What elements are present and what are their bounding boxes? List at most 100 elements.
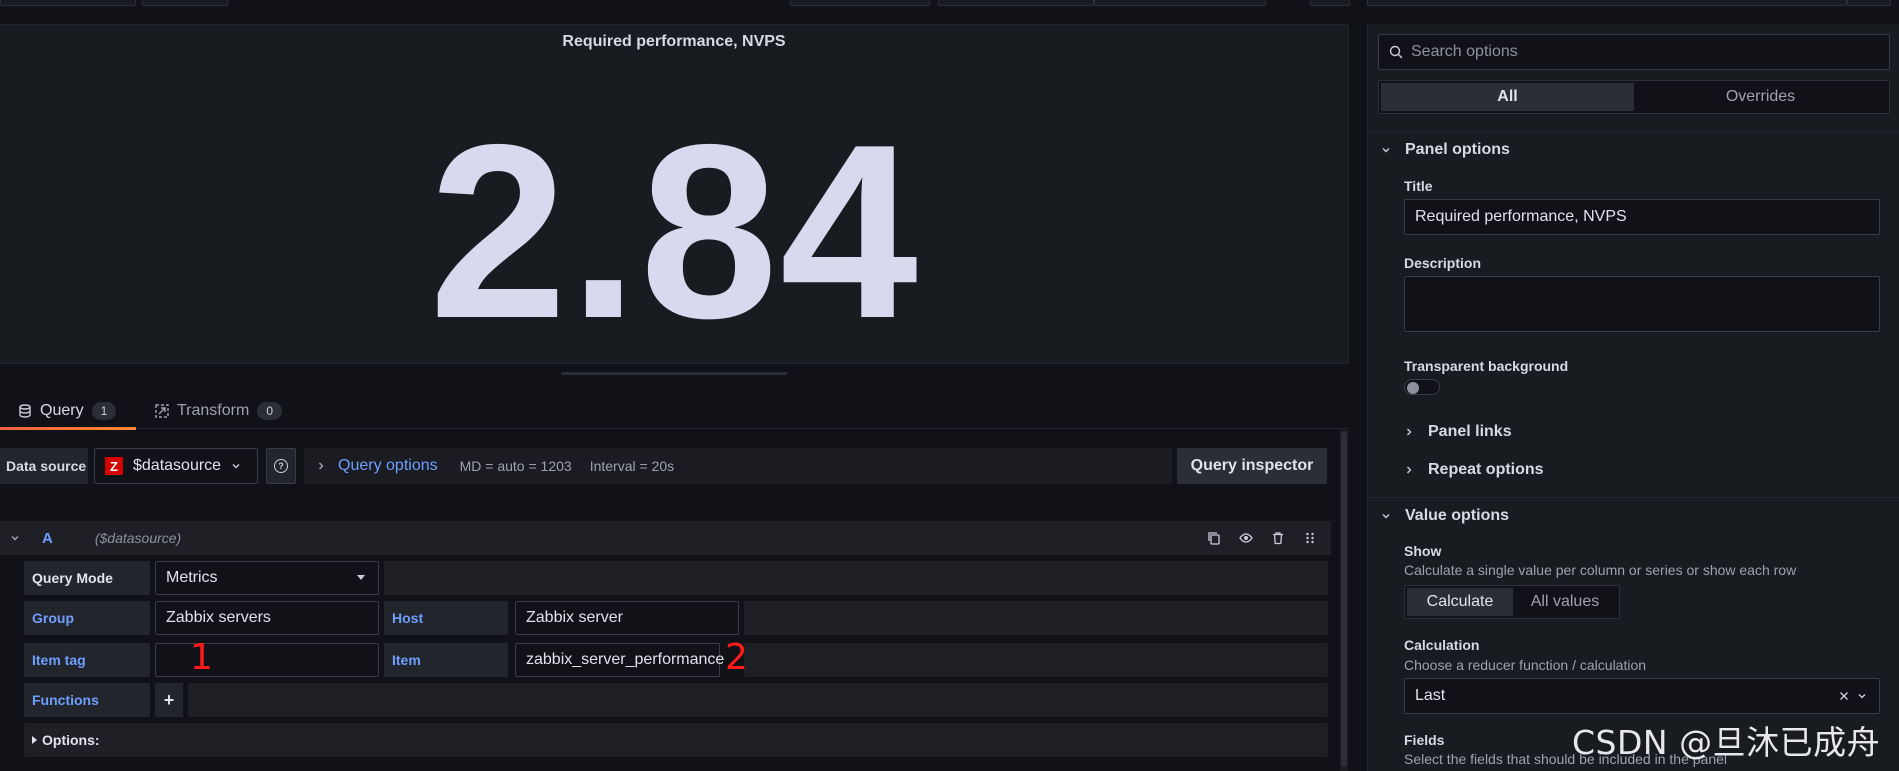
zabbix-logo-icon: Z xyxy=(105,457,123,475)
toolbar-control[interactable] xyxy=(0,0,136,6)
group-input[interactable]: Zabbix servers xyxy=(155,601,379,635)
row-filler xyxy=(384,561,1328,595)
chevron-right-icon xyxy=(316,461,326,471)
item-tag-input[interactable] xyxy=(155,643,379,677)
repeat-options-title: Repeat options xyxy=(1428,461,1544,478)
show-label: Show xyxy=(1404,543,1442,559)
caret-right-icon xyxy=(32,735,38,745)
item-input[interactable]: zabbix_server_performance xyxy=(515,643,724,677)
query-row-actions xyxy=(1207,521,1317,555)
scrollbar-thumb[interactable] xyxy=(1341,432,1347,767)
query-tabs: Query 1 Transform 0 xyxy=(0,392,1349,430)
toolbar-control[interactable] xyxy=(1367,0,1847,6)
toolbar-control[interactable] xyxy=(1847,0,1891,6)
collapse-chevron-icon[interactable] xyxy=(10,533,20,543)
tab-query[interactable]: Query 1 xyxy=(0,392,136,430)
grafana-panel-editor: Required performance, NVPS 2.84 Query 1 … xyxy=(0,0,1899,771)
filter-overrides-button[interactable]: Overrides xyxy=(1634,83,1887,111)
value-options-header[interactable]: Value options xyxy=(1367,499,1899,533)
datasource-help-button[interactable]: ? xyxy=(266,448,296,484)
value-options-title: Value options xyxy=(1405,507,1510,524)
chevron-right-icon xyxy=(1404,427,1414,437)
section-divider xyxy=(1367,497,1899,498)
interval-text: Interval = 20s xyxy=(589,458,675,474)
panel-options-title: Panel options xyxy=(1405,141,1510,158)
row-filler xyxy=(188,683,1328,717)
show-description: Calculate a single value per column or s… xyxy=(1404,562,1797,578)
functions-label: Functions xyxy=(24,683,150,717)
options-toggle[interactable]: Options: xyxy=(24,723,1328,757)
max-datapoints-text: MD = auto = 1203 xyxy=(459,458,572,474)
section-divider xyxy=(1367,131,1899,132)
toolbar-control[interactable] xyxy=(1094,0,1266,6)
chevron-down-icon xyxy=(1381,511,1391,521)
chevron-down-icon xyxy=(1381,145,1391,155)
caret-down-icon xyxy=(356,575,366,581)
transform-icon xyxy=(155,403,169,418)
query-options-label: Query options xyxy=(338,457,438,474)
clear-icon[interactable] xyxy=(1839,691,1849,701)
host-label: Host xyxy=(384,601,508,635)
drag-handle-icon[interactable] xyxy=(1303,531,1317,545)
calculation-description: Choose a reducer function / calculation xyxy=(1404,657,1647,673)
datasource-value: $datasource xyxy=(133,457,222,474)
panel-links-title: Panel links xyxy=(1428,423,1512,440)
database-icon xyxy=(18,403,32,418)
tab-transform[interactable]: Transform 0 xyxy=(155,392,295,429)
description-textarea[interactable] xyxy=(1404,276,1880,332)
query-inspector-button[interactable]: Query inspector xyxy=(1177,448,1327,484)
search-placeholder: Search options xyxy=(1411,43,1518,60)
options-label: Options: xyxy=(42,732,100,748)
stat-value: 2.84 xyxy=(429,92,920,370)
annotation-mark-2: 2 xyxy=(725,637,748,678)
options-filter-toggle: All Overrides xyxy=(1378,80,1890,114)
trash-icon[interactable] xyxy=(1271,531,1285,545)
query-mode-value: Metrics xyxy=(166,569,218,586)
panel-links-header[interactable]: Panel links xyxy=(1404,418,1512,446)
fields-label: Fields xyxy=(1404,732,1445,748)
repeat-options-header[interactable]: Repeat options xyxy=(1404,456,1544,484)
tab-transform-label: Transform xyxy=(177,401,250,419)
item-tag-label: Item tag xyxy=(24,643,150,677)
annotation-mark-1: 1 xyxy=(190,637,213,678)
transparent-bg-label: Transparent background xyxy=(1404,358,1569,374)
panel-preview: Required performance, NVPS 2.84 xyxy=(0,24,1349,364)
calculation-select[interactable]: Last xyxy=(1404,678,1880,714)
title-label: Title xyxy=(1404,178,1433,194)
show-all-values-option[interactable]: All values xyxy=(1513,588,1617,616)
query-ref-id[interactable]: A xyxy=(42,530,53,547)
show-calculate-option[interactable]: Calculate xyxy=(1407,588,1513,616)
duplicate-icon[interactable] xyxy=(1207,531,1221,545)
toolbar-control[interactable] xyxy=(142,0,228,6)
search-options-input[interactable]: Search options xyxy=(1378,34,1890,70)
query-row-header: A ($datasource) xyxy=(0,521,1331,555)
panel-options-header[interactable]: Panel options xyxy=(1367,133,1899,167)
chevron-down-icon xyxy=(1857,691,1867,701)
calculation-value: Last xyxy=(1415,687,1446,704)
host-input[interactable]: Zabbix server xyxy=(515,601,739,635)
chevron-down-icon xyxy=(231,461,241,471)
group-label: Group xyxy=(24,601,150,635)
item-label: Item xyxy=(384,643,508,677)
tab-transform-count: 0 xyxy=(257,401,282,420)
toolbar-control[interactable] xyxy=(938,0,1094,6)
eye-icon[interactable] xyxy=(1239,531,1253,545)
query-mode-label: Query Mode xyxy=(24,561,150,595)
query-mode-select[interactable]: Metrics xyxy=(155,561,379,595)
transparent-bg-switch[interactable] xyxy=(1404,379,1440,395)
tab-query-count: 1 xyxy=(91,401,117,420)
title-input[interactable]: Required performance, NVPS xyxy=(1404,199,1880,235)
search-icon xyxy=(1389,45,1403,59)
toolbar-control[interactable] xyxy=(1310,0,1350,6)
add-function-button[interactable]: + xyxy=(155,683,183,717)
query-options-toggle[interactable]: Query options MD = auto = 1203 Interval … xyxy=(304,448,1172,484)
resize-splitter[interactable] xyxy=(561,372,787,375)
datasource-picker[interactable]: Z $datasource xyxy=(94,448,258,484)
row-filler xyxy=(744,601,1328,635)
filter-all-button[interactable]: All xyxy=(1381,83,1634,111)
question-icon: ? xyxy=(274,459,288,473)
panel-title: Required performance, NVPS xyxy=(562,33,786,50)
query-scrollbar[interactable] xyxy=(1340,430,1348,771)
description-label: Description xyxy=(1404,255,1482,271)
toolbar-control[interactable] xyxy=(790,0,930,6)
